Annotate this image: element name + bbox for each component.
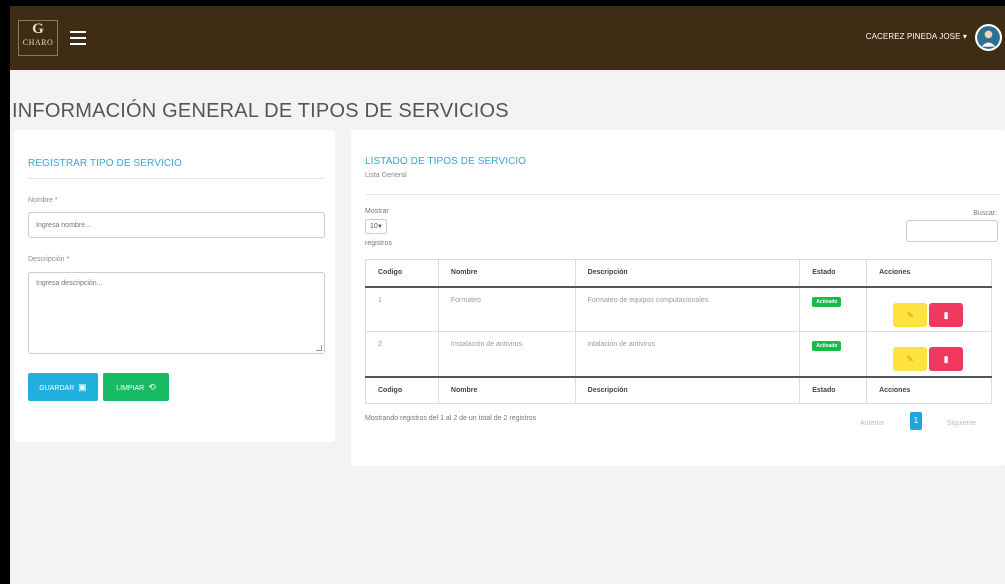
save-button[interactable]: GUARDAR ▣ [28, 373, 98, 401]
delete-button[interactable]: ▮ [929, 302, 964, 327]
cell-codigo: 2 [365, 331, 439, 377]
register-card: REGISTRAR TIPO DE SERVICIO Nombre * Desc… [14, 130, 335, 442]
table-row: 1 Formateo Formateo de equipos computaci… [365, 286, 992, 332]
chevron-down-icon: ▼ [377, 224, 383, 230]
page-title: INFORMACIÓN GENERAL DE TIPOS DE SERVICIO… [12, 100, 509, 122]
avatar[interactable] [975, 24, 1002, 51]
column-footer-descripcion[interactable]: Descripción [574, 375, 801, 404]
column-footer-codigo[interactable]: Codigo [365, 375, 439, 404]
column-header-estado[interactable]: Estado [799, 259, 868, 288]
show-label: Mostrar [365, 208, 389, 215]
pagination-previous[interactable]: Anterior [860, 420, 885, 427]
user-menu[interactable]: CACEREZ PINEDA JOSE ▾ [866, 32, 967, 41]
divider [365, 194, 999, 195]
table-info: Mostrando registros del 1 al 2 de un tot… [365, 415, 537, 422]
trash-icon: ▮ [943, 354, 949, 364]
name-input[interactable] [28, 212, 325, 238]
chevron-down-icon: ▾ [962, 32, 967, 41]
column-header-descripcion[interactable]: Descripción [574, 259, 801, 288]
cell-estado: Activado [799, 331, 868, 377]
table-header-row: Codigo Nombre Descripción Estado Accione… [365, 259, 992, 288]
pagination-next[interactable]: Siguiente [947, 420, 976, 427]
edit-button[interactable]: ✎ [893, 302, 928, 327]
column-header-codigo[interactable]: Codigo [365, 259, 439, 288]
services-table: Codigo Nombre Descripción Estado Accione… [365, 259, 992, 404]
list-card: LISTADO DE TIPOS DE SERVICIO Lista Gener… [351, 130, 1005, 466]
top-navbar: G CHARO CACEREZ PINEDA JOSE ▾ [10, 6, 1005, 70]
delete-button[interactable]: ▮ [929, 347, 964, 371]
column-footer-estado[interactable]: Estado [799, 375, 868, 404]
cell-nombre: Instalación de antivirus [437, 331, 576, 377]
name-label: Nombre * [28, 197, 58, 204]
clear-button[interactable]: LIMPIAR ⟲ [103, 373, 169, 401]
cell-descripcion: intalación de antivirus [574, 331, 801, 377]
edit-icon: ✎ [906, 354, 914, 364]
floppy-disk-icon: ▣ [78, 382, 87, 392]
search-label: Buscar: [973, 210, 997, 217]
column-footer-nombre[interactable]: Nombre [437, 375, 576, 404]
cell-acciones: ✎ ▮ [866, 286, 992, 332]
status-badge: Activado [812, 296, 842, 307]
divider [28, 178, 324, 179]
edit-icon: ✎ [906, 309, 914, 320]
description-label: Descripción * [28, 256, 70, 263]
logo-monogram: G [32, 21, 44, 37]
cell-nombre: Formateo [437, 286, 576, 332]
cell-codigo: 1 [365, 286, 439, 332]
description-wrapper [28, 272, 325, 354]
user-name: CACEREZ PINEDA JOSE [865, 32, 961, 41]
pagination-page-1[interactable]: 1 [910, 412, 922, 430]
page-size-select[interactable]: 10 ▼ [365, 219, 387, 234]
menu-toggle-icon[interactable] [70, 31, 86, 45]
column-header-nombre[interactable]: Nombre [437, 259, 576, 288]
trash-icon: ▮ [943, 309, 949, 320]
cell-acciones: ✎ ▮ [866, 331, 992, 377]
register-card-title: REGISTRAR TIPO DE SERVICIO [28, 158, 182, 169]
table-footer-row: Codigo Nombre Descripción Estado Accione… [365, 375, 992, 404]
app-frame: G CHARO CACEREZ PINEDA JOSE ▾ INFORMACIÓ… [10, 6, 1005, 584]
cell-descripcion: Formateo de equipos computacionales [574, 286, 801, 332]
table-row: 2 Instalación de antivirus intalación de… [365, 331, 992, 377]
column-header-acciones: Acciones [866, 259, 992, 288]
save-button-label: GUARDAR [39, 385, 75, 392]
list-card-subtitle: Lista General [365, 172, 407, 179]
records-label: registros [365, 240, 392, 247]
search-input[interactable] [906, 220, 998, 242]
edit-button[interactable]: ✎ [893, 347, 928, 371]
user-avatar-icon [977, 26, 1000, 49]
resize-handle-icon[interactable] [316, 345, 322, 351]
cell-estado: Activado [799, 286, 868, 332]
logo-text: CHARO [22, 38, 54, 47]
brand-logo[interactable]: G CHARO [18, 20, 58, 56]
column-footer-acciones: Acciones [866, 375, 992, 404]
refresh-icon: ⟲ [148, 382, 156, 392]
list-card-title: LISTADO DE TIPOS DE SERVICIO [365, 156, 527, 167]
description-textarea[interactable] [28, 272, 325, 354]
status-badge: Activado [812, 341, 842, 351]
clear-button-label: LIMPIAR [116, 385, 145, 392]
